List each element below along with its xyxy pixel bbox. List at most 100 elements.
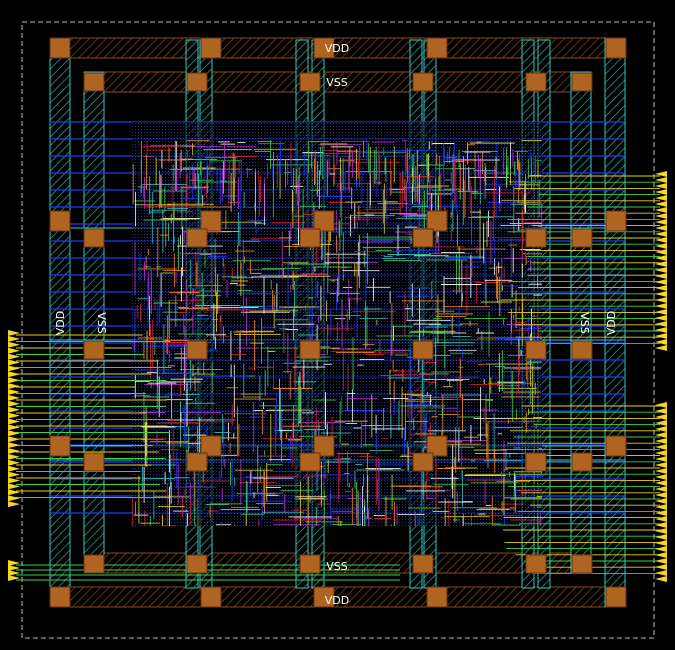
io-pin (655, 303, 667, 309)
io-pin (8, 495, 20, 502)
io-pin (655, 480, 667, 486)
io-pin (8, 489, 20, 496)
left-vss-label: VSS (95, 312, 108, 334)
vdd-via-block (49, 586, 71, 608)
io-pin (655, 249, 667, 255)
io-pin (655, 345, 667, 351)
vdd-via-block (605, 586, 627, 608)
vdd-via-block (426, 37, 448, 59)
vss-via-block (571, 554, 593, 574)
vss-via-block (186, 72, 208, 92)
vss-via-block (186, 340, 208, 360)
top-vdd-label: VDD (325, 42, 349, 55)
io-pin (8, 465, 20, 472)
io-pin (655, 189, 667, 195)
io-pin (8, 453, 20, 460)
io-pin (655, 414, 667, 420)
io-pin (8, 501, 20, 508)
vdd-via-block (200, 37, 222, 59)
vss-via-block (525, 228, 547, 248)
io-pin (655, 576, 667, 582)
right-vdd-label: VDD (605, 311, 618, 335)
right-vss-label: VSS (578, 312, 591, 334)
io-pin (655, 510, 667, 516)
io-pin (8, 365, 20, 372)
vdd-via-block (200, 210, 222, 232)
io-pin (8, 389, 20, 395)
vss-via-block (186, 554, 208, 574)
vss-via-block (525, 340, 547, 360)
io-pin (655, 267, 667, 273)
io-pin (655, 522, 667, 528)
io-pin (655, 462, 667, 468)
io-pin (655, 474, 667, 480)
vss-via-block (412, 554, 434, 574)
io-pin (655, 339, 667, 345)
io-pin (655, 273, 667, 279)
io-pin (655, 456, 667, 462)
vdd-via-block (49, 435, 71, 457)
io-pin (655, 255, 667, 261)
io-pin (8, 442, 20, 449)
vss-via-block (83, 72, 105, 92)
vdd-via-block (49, 210, 71, 232)
io-pin (655, 285, 667, 291)
io-pin (655, 321, 667, 327)
io-pin (8, 371, 20, 378)
vss-via-block (299, 340, 321, 360)
io-pin (655, 546, 667, 552)
io-pin (655, 558, 667, 564)
vss-via-block (525, 554, 547, 574)
io-pin (655, 450, 667, 456)
vdd-via-block (605, 37, 627, 59)
vss-via-block (83, 452, 105, 472)
bottom-vdd-label: VDD (325, 594, 349, 607)
chip-layout-view: VDD VSS VSS VDD VDD VSS VSS VDD (0, 0, 675, 650)
vss-via-block (571, 72, 593, 92)
io-pin (655, 297, 667, 303)
io-pin (8, 406, 20, 413)
vdd-via-block (313, 210, 335, 232)
io-pin (655, 195, 667, 201)
io-pin (8, 400, 20, 407)
vss-via-block (299, 72, 321, 92)
vss-via-block (83, 340, 105, 360)
io-pin (8, 448, 20, 454)
io-pin (655, 402, 667, 408)
vss-via-block (186, 228, 208, 248)
io-pin (655, 516, 667, 522)
io-pin (655, 552, 667, 558)
vss-via-block (525, 452, 547, 472)
io-pin (655, 279, 667, 285)
vss-via-block (83, 228, 105, 248)
vdd-via-block (200, 586, 222, 608)
io-pin (8, 359, 20, 366)
vss-via-block (83, 554, 105, 574)
io-pin (655, 201, 667, 207)
io-pin (655, 570, 667, 576)
io-pin (655, 327, 667, 333)
vss-via-block (412, 228, 434, 248)
io-pin (8, 341, 20, 348)
io-pin (655, 420, 667, 426)
vss-via-block (571, 340, 593, 360)
io-pin (655, 528, 667, 534)
io-pin (8, 347, 20, 354)
io-pin (8, 335, 20, 342)
io-pin (655, 291, 667, 297)
io-pin (655, 315, 667, 321)
top-vss-label: VSS (326, 76, 348, 89)
io-pin (655, 261, 667, 267)
io-pin (8, 377, 20, 384)
vss-via-block (412, 340, 434, 360)
io-pin (655, 207, 667, 213)
vss-via-block (299, 452, 321, 472)
io-pin (655, 333, 667, 339)
vdd-via-block (426, 210, 448, 232)
layout-svg: VDD VSS VSS VDD VDD VSS VSS VDD (8, 21, 667, 639)
io-pin (655, 408, 667, 414)
io-pin (8, 383, 20, 390)
vss-via-block (525, 72, 547, 92)
io-pin (8, 412, 20, 419)
vss-via-block (412, 452, 434, 472)
